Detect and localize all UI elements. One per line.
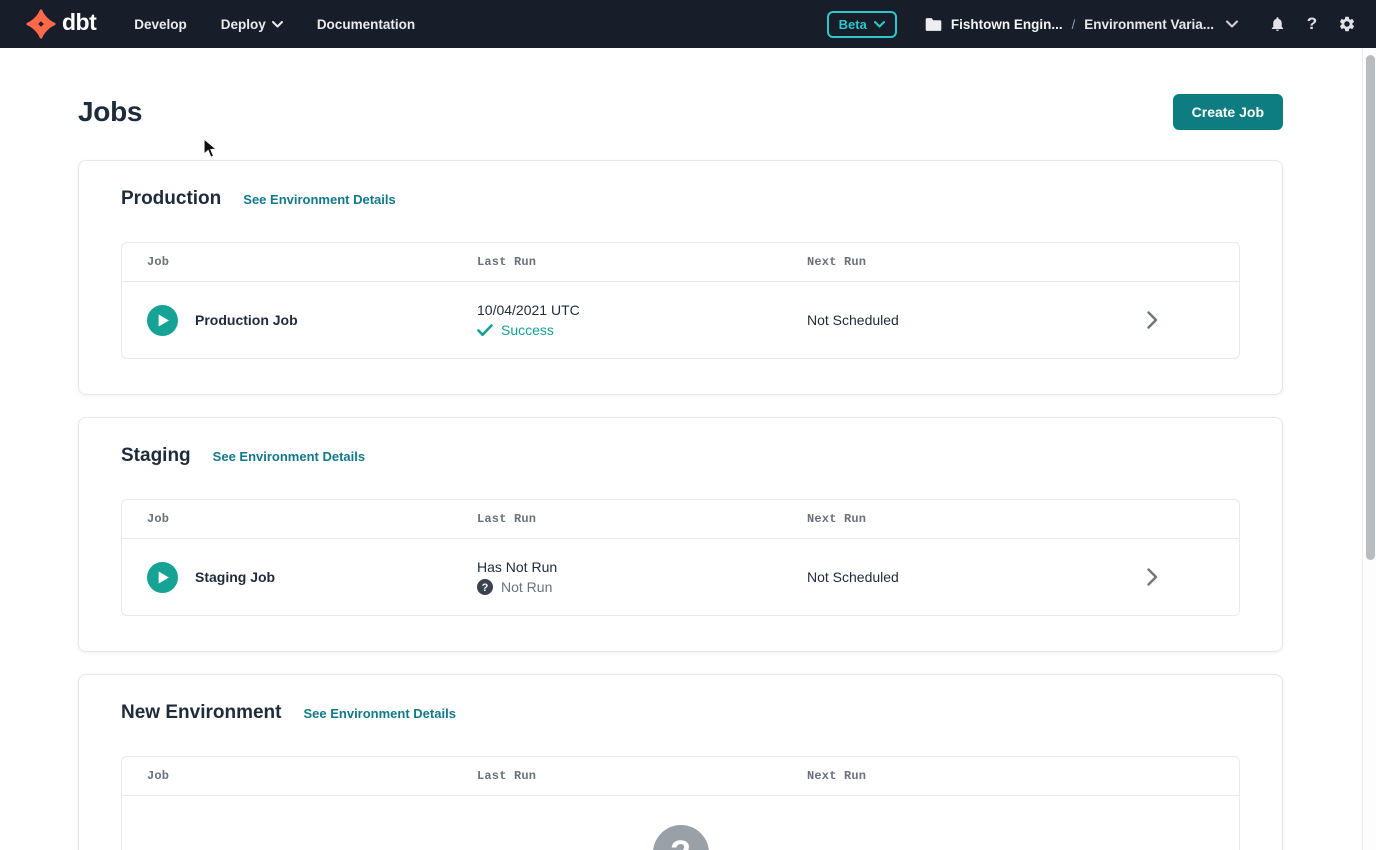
job-name: Staging Job [195, 569, 275, 585]
job-name: Production Job [195, 312, 298, 328]
last-run-date: Has Not Run [477, 559, 807, 575]
next-run-value: Not Scheduled [807, 569, 1147, 585]
last-run-status: Not Run [501, 579, 552, 595]
environment-name: New Environment [121, 702, 281, 724]
see-environment-details-link[interactable]: See Environment Details [243, 192, 395, 207]
dbt-logo-icon [26, 9, 56, 39]
job-row-production-job[interactable]: Production Job 10/04/2021 UTC Success No… [122, 282, 1239, 358]
environment-card-production: Production See Environment Details Job L… [78, 160, 1283, 395]
environment-header: New Environment See Environment Details [121, 702, 1240, 724]
environment-header: Production See Environment Details [121, 188, 1240, 210]
not-run-question-circle-icon: ? [477, 579, 493, 595]
create-job-button[interactable]: Create Job [1173, 94, 1283, 130]
nav-menu: Develop Deploy Documentation [134, 17, 415, 32]
chevron-right-icon[interactable] [1147, 311, 1158, 329]
brand-text: dbt [62, 11, 96, 37]
environment-name: Production [121, 188, 221, 210]
breadcrumb-account[interactable]: Fishtown Engin... [951, 17, 1063, 32]
jobs-table: Job Last Run Next Run ? [121, 756, 1240, 850]
beta-label: Beta [839, 17, 867, 32]
job-row-staging-job[interactable]: Staging Job Has Not Run ? Not Run Not Sc… [122, 539, 1239, 615]
chevron-down-icon [874, 21, 885, 28]
beta-dropdown[interactable]: Beta [827, 11, 897, 38]
see-environment-details-link[interactable]: See Environment Details [213, 449, 365, 464]
chevron-down-icon [272, 21, 283, 28]
column-header-job: Job [122, 512, 477, 526]
column-header-last-run: Last Run [477, 769, 807, 783]
nav-item-documentation[interactable]: Documentation [317, 17, 415, 32]
column-header-next-run: Next Run [807, 255, 1147, 269]
svg-text:?: ? [482, 582, 489, 594]
page-title: Jobs [78, 96, 142, 128]
jobs-table-header: Job Last Run Next Run [122, 500, 1239, 539]
environment-card-staging: Staging See Environment Details Job Last… [78, 417, 1283, 652]
nav-right: Beta Fishtown Engin... / Environment Var… [827, 11, 1356, 38]
last-run-status: Success [501, 322, 554, 338]
chevron-right-icon[interactable] [1147, 568, 1158, 586]
nav-item-documentation-label: Documentation [317, 17, 415, 32]
environment-card-new-environment: New Environment See Environment Details … [78, 674, 1283, 850]
column-header-next-run: Next Run [807, 769, 1147, 783]
notifications-bell-icon[interactable] [1268, 15, 1286, 33]
jobs-table: Job Last Run Next Run Staging Job Has No… [121, 499, 1240, 616]
next-run-value: Not Scheduled [807, 312, 1147, 328]
empty-jobs-area: ? [122, 796, 1239, 850]
jobs-table-header: Job Last Run Next Run [122, 243, 1239, 282]
success-check-icon [477, 324, 493, 337]
nav-item-develop-label: Develop [134, 17, 187, 32]
environment-header: Staging See Environment Details [121, 445, 1240, 467]
settings-gear-icon[interactable] [1338, 15, 1356, 33]
vertical-scrollbar-thumb[interactable] [1366, 55, 1375, 560]
column-header-next-run: Next Run [807, 512, 1147, 526]
column-header-last-run: Last Run [477, 512, 807, 526]
run-job-play-button[interactable] [147, 305, 178, 336]
folder-icon [925, 17, 942, 32]
top-nav: dbt Develop Deploy Documentation Beta Fi… [0, 0, 1376, 48]
jobs-table-header: Job Last Run Next Run [122, 757, 1239, 796]
column-header-job: Job [122, 255, 477, 269]
nav-item-deploy-label: Deploy [221, 17, 266, 32]
jobs-table: Job Last Run Next Run Production Job 10/… [121, 242, 1240, 359]
column-header-last-run: Last Run [477, 255, 807, 269]
empty-state-question-circle-icon: ? [653, 825, 709, 850]
run-job-play-button[interactable] [147, 562, 178, 593]
main-content: Jobs Create Job Production See Environme… [78, 94, 1283, 850]
help-icon[interactable]: ? [1303, 15, 1321, 33]
breadcrumb-project[interactable]: Environment Varia... [1084, 17, 1214, 32]
nav-icons: ? [1268, 15, 1356, 33]
last-run-date: 10/04/2021 UTC [477, 302, 807, 318]
vertical-scrollbar-track[interactable] [1362, 48, 1376, 850]
environment-name: Staging [121, 445, 191, 467]
nav-item-develop[interactable]: Develop [134, 17, 187, 32]
breadcrumb[interactable]: Fishtown Engin... / Environment Varia... [925, 17, 1238, 32]
nav-item-deploy[interactable]: Deploy [221, 17, 283, 32]
dbt-logo[interactable]: dbt [26, 9, 96, 39]
see-environment-details-link[interactable]: See Environment Details [303, 706, 455, 721]
page-header: Jobs Create Job [78, 94, 1283, 130]
chevron-down-icon[interactable] [1226, 20, 1238, 28]
breadcrumb-separator: / [1072, 17, 1076, 32]
column-header-job: Job [122, 769, 477, 783]
